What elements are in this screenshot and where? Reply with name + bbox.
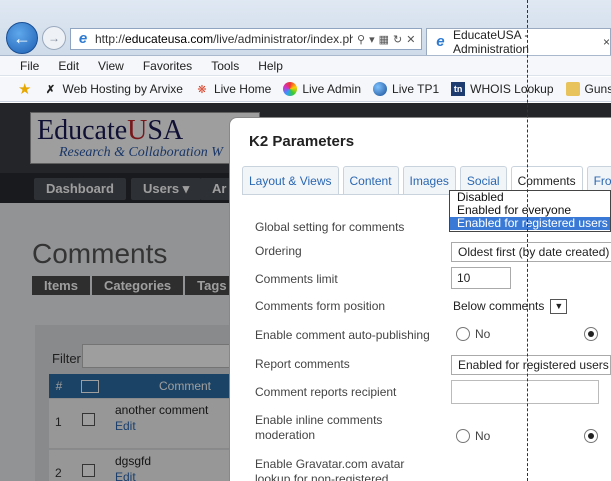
inline-moderation-label: Enable inline comments moderation bbox=[255, 413, 382, 443]
autopublish-label: Enable comment auto-publishing bbox=[255, 328, 430, 342]
favorite-label: Guns ▾ bbox=[584, 82, 611, 96]
joomla-icon: ❋ bbox=[197, 83, 207, 96]
report-comments-select[interactable]: Enabled for registered users o bbox=[451, 355, 611, 375]
favorite-label: WHOIS Lookup bbox=[470, 82, 554, 96]
report-recipient-label: Comment reports recipient bbox=[255, 385, 397, 399]
menu-tools[interactable]: Tools bbox=[211, 59, 239, 73]
chevron-down-icon[interactable]: ▼ bbox=[550, 299, 568, 315]
favorite-label: Live Admin bbox=[302, 82, 362, 96]
dropdown-arrow-icon[interactable]: ▾ bbox=[369, 33, 375, 46]
menu-help[interactable]: Help bbox=[258, 59, 283, 73]
autopublish-yes-radio[interactable] bbox=[584, 326, 598, 341]
inline-moderation-label-line2: moderation bbox=[255, 428, 316, 442]
browser-toolbar: ← → e http://educateusa.com/live/adminis… bbox=[0, 0, 611, 56]
folder-icon bbox=[565, 82, 580, 96]
ordering-value: Oldest first (by date created) bbox=[458, 245, 610, 259]
inline-moderation-no-radio[interactable] bbox=[456, 428, 470, 443]
favorite-label: Web Hosting by Arvixe bbox=[62, 82, 183, 96]
inline-moderation-yes-option[interactable] bbox=[584, 428, 598, 443]
search-icon[interactable]: ⚲ bbox=[357, 33, 365, 46]
inline-moderation-label-line1: Enable inline comments bbox=[255, 413, 383, 427]
colorball-icon bbox=[283, 82, 298, 96]
url-text[interactable]: http://educateusa.com/live/administrator… bbox=[95, 32, 353, 46]
tn-icon: tn bbox=[451, 82, 466, 96]
comments-limit-input[interactable]: 10 bbox=[451, 267, 511, 289]
forward-arrow-icon: → bbox=[48, 31, 60, 45]
favorite-label: Live TP1 bbox=[392, 82, 440, 96]
forward-button[interactable]: → bbox=[42, 26, 66, 50]
ordering-select[interactable]: Oldest first (by date created) bbox=[451, 242, 611, 262]
stop-icon[interactable]: ✕ bbox=[406, 33, 415, 46]
comments-limit-label: Comments limit bbox=[255, 272, 338, 286]
favorite-web-hosting[interactable]: ✗ Web Hosting by Arvixe bbox=[43, 82, 183, 96]
refresh-icon[interactable]: ↻ bbox=[393, 33, 402, 46]
autopublish-no-option[interactable]: No bbox=[456, 326, 490, 341]
close-tab-icon[interactable]: × bbox=[603, 35, 610, 49]
comments-params-panel: Global setting for comments Ordering Old… bbox=[242, 194, 611, 481]
gravatar-label-line2: lookup for non-registered bbox=[255, 472, 389, 481]
modal-title: K2 Parameters bbox=[249, 133, 355, 150]
favorite-live-admin[interactable]: Live Admin bbox=[283, 82, 361, 96]
favorites-star-icon[interactable]: ★ bbox=[18, 81, 31, 98]
url-path: /live/administrator/index.ph bbox=[213, 32, 353, 46]
tab-page-icon: e bbox=[436, 33, 445, 50]
inline-moderation-yes-radio[interactable] bbox=[584, 428, 598, 443]
favorites-bar: ★ ✗ Web Hosting by Arvixe ❋ Live Home Li… bbox=[0, 77, 611, 102]
address-bar[interactable]: e http://educateusa.com/live/administrat… bbox=[70, 28, 422, 50]
favorite-label: Live Home bbox=[213, 82, 272, 96]
browser-tab[interactable]: e EducateUSA - Administration × bbox=[426, 28, 611, 56]
autopublish-no-radio[interactable] bbox=[456, 326, 470, 341]
ordering-label: Ordering bbox=[255, 244, 302, 258]
favorite-live-tp1[interactable]: Live TP1 bbox=[373, 82, 439, 96]
gravatar-label: Enable Gravatar.com avatar lookup for no… bbox=[255, 457, 404, 481]
report-comments-value: Enabled for registered users o bbox=[458, 358, 611, 372]
menu-edit[interactable]: Edit bbox=[58, 59, 79, 73]
globe-icon bbox=[373, 82, 388, 96]
url-prefix: http:// bbox=[95, 32, 126, 46]
back-button[interactable]: ← bbox=[6, 22, 38, 54]
tab-images[interactable]: Images bbox=[402, 166, 456, 194]
menu-view[interactable]: View bbox=[98, 59, 124, 73]
global-comments-dropdown[interactable]: Disabled Enabled for everyone Enabled fo… bbox=[449, 190, 611, 232]
x-icon: ✗ bbox=[45, 83, 56, 96]
autopublish-no-label: No bbox=[475, 326, 491, 341]
menu-file[interactable]: File bbox=[20, 59, 39, 73]
global-comments-label: Global setting for comments bbox=[255, 220, 405, 234]
report-comments-label: Report comments bbox=[255, 357, 350, 371]
form-position-label: Comments form position bbox=[255, 299, 386, 313]
tab-layout-views[interactable]: Layout & Views bbox=[242, 166, 339, 194]
menu-bar: File Edit View Favorites Tools Help bbox=[0, 56, 611, 76]
url-host: educateusa.com bbox=[125, 32, 214, 46]
tab-content[interactable]: Content bbox=[342, 166, 399, 194]
gravatar-label-line1: Enable Gravatar.com avatar bbox=[255, 457, 405, 471]
option-enabled-registered[interactable]: Enabled for registered users o bbox=[450, 217, 611, 230]
favorite-whois[interactable]: tn WHOIS Lookup bbox=[451, 82, 554, 96]
inline-moderation-no-option[interactable]: No bbox=[456, 428, 490, 443]
tab-title: EducateUSA - Administration bbox=[452, 28, 529, 56]
favorite-guns-folder[interactable]: Guns ▾ bbox=[565, 82, 611, 96]
compatibility-icon[interactable]: ▦ bbox=[379, 33, 389, 46]
menu-favorites[interactable]: Favorites bbox=[143, 59, 192, 73]
form-position-value: Below comments bbox=[451, 297, 547, 317]
report-recipient-input[interactable] bbox=[451, 380, 599, 404]
inline-moderation-no-label: No bbox=[475, 428, 491, 443]
ie-page-icon: e bbox=[78, 30, 88, 47]
k2-parameters-modal: K2 Parameters Layout & Views Content Ima… bbox=[229, 117, 611, 481]
autopublish-yes-option[interactable] bbox=[584, 326, 598, 341]
form-position-select[interactable]: Below comments ▼ bbox=[451, 297, 568, 317]
favorite-live-home[interactable]: ❋ Live Home bbox=[195, 82, 271, 96]
dashed-guide-line bbox=[527, 0, 528, 481]
back-arrow-icon: ← bbox=[13, 27, 31, 48]
